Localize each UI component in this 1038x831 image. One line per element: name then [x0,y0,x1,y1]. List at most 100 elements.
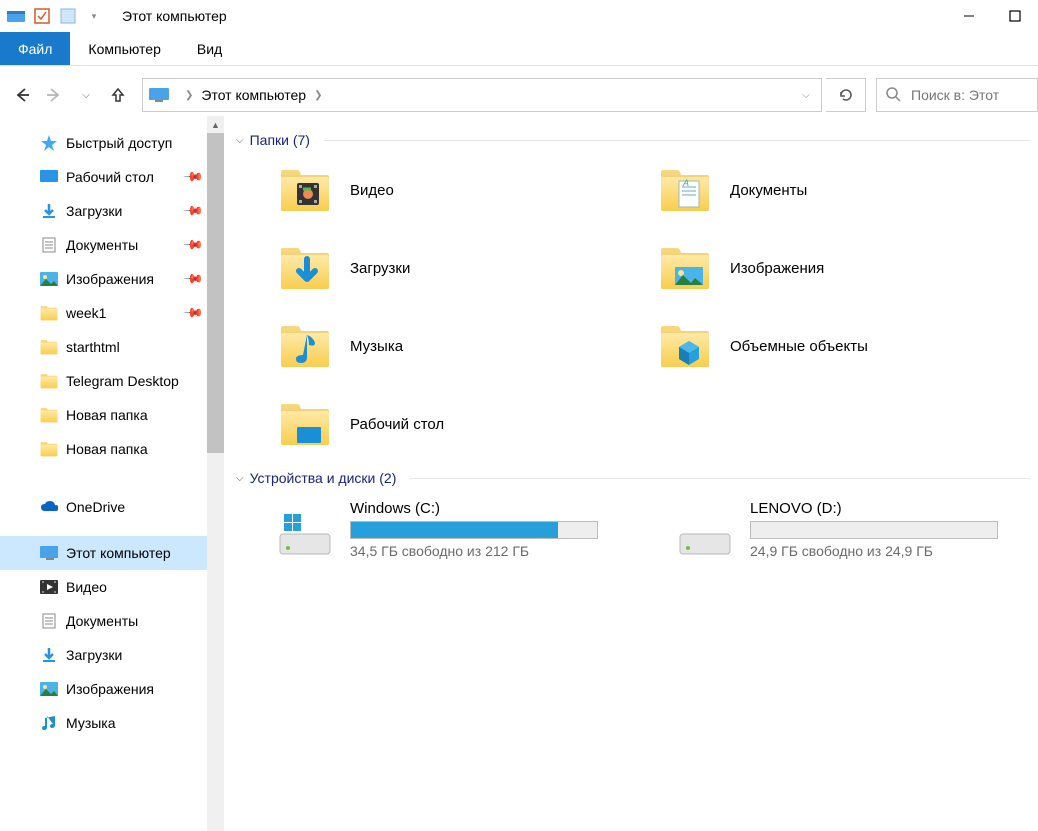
search-box[interactable] [876,78,1038,112]
sidebar-this-pc[interactable]: Этот компьютер [0,536,207,570]
refresh-button[interactable] [826,78,866,112]
qat-overflow-icon[interactable]: ▾ [84,6,104,26]
folder-icon [656,320,714,372]
sidebar-item-folder[interactable]: starthtml [0,330,207,364]
drive-usage-bar [350,521,598,539]
sidebar-item-folder[interactable]: week1📌 [0,296,207,330]
chevron-down-icon: ⌵ [236,135,244,146]
folder-icon [276,242,334,294]
folder-item-downloads[interactable]: Загрузки [276,242,656,294]
tab-file[interactable]: Файл [0,32,70,65]
sidebar-item-folder[interactable]: Новая папка [0,432,207,466]
chevron-down-icon: ⌵ [236,473,244,484]
folder-item-documents[interactable]: AДокументы [656,164,1036,216]
sidebar-item-folder[interactable]: Telegram Desktop [0,364,207,398]
folder-item-desktop[interactable]: Рабочий стол [276,398,656,450]
sidebar-item-label: Видео [66,579,107,595]
downloads-icon [40,646,58,664]
drive-name: LENOVO (D:) [750,500,998,517]
sidebar-scroll-thumb[interactable] [207,133,224,453]
pc-icon [145,87,173,103]
sidebar-item-folder[interactable]: Новая папка [0,398,207,432]
qat-dropdown-icon[interactable] [58,6,78,26]
up-button[interactable] [104,81,132,109]
sidebar-item-label: Новая папка [66,441,148,457]
sidebar-pc-item-pictures[interactable]: Изображения [0,672,207,706]
folder-item-3d[interactable]: Объемные объекты [656,320,1036,372]
sidebar-item-label: Документы [66,613,138,629]
cloud-icon [40,498,58,516]
drive-item[interactable]: LENOVO (D:) 24,9 ГБ свободно из 24,9 ГБ [676,500,1038,559]
pc-icon [40,544,58,562]
sidebar-pc-item-documents[interactable]: Документы [0,604,207,638]
qat-properties-icon[interactable] [32,6,52,26]
folder-icon [40,440,58,458]
svg-text:A: A [682,178,689,188]
address-dropdown[interactable]: ⌵ [793,90,819,101]
sidebar-onedrive[interactable]: OneDrive [0,490,207,524]
documents-icon [40,236,58,254]
drive-item[interactable]: Windows (C:) 34,5 ГБ свободно из 212 ГБ [276,500,676,559]
explorer-icon [6,6,26,26]
folder-label: Рабочий стол [350,416,444,433]
folder-item-pictures[interactable]: Изображения [656,242,1036,294]
chevron-right-icon: ❯ [314,90,322,101]
folder-icon [40,304,58,322]
sidebar-item-desktop[interactable]: Рабочий стол📌 [0,160,207,194]
downloads-icon [40,202,58,220]
search-input[interactable] [911,87,1031,103]
forward-button[interactable] [40,81,68,109]
sidebar-item-label: week1 [66,305,106,321]
folder-label: Изображения [730,260,824,277]
sidebar-item-pictures[interactable]: Изображения📌 [0,262,207,296]
breadcrumb-location[interactable]: Этот компьютер❯ [197,87,326,103]
minimize-button[interactable] [946,0,992,32]
pin-icon: 📌 [182,200,205,223]
sidebar-item-label: Загрузки [66,203,122,219]
address-bar[interactable]: ❯ Этот компьютер❯ ⌵ [142,78,822,112]
folder-icon [656,242,714,294]
sidebar-item-label: Музыка [66,715,116,731]
drive-name: Windows (C:) [350,500,598,517]
chevron-right-icon: ❯ [185,90,193,101]
folder-icon [276,398,334,450]
tab-computer[interactable]: Компьютер [70,32,178,65]
sidebar-quick-access-label: Быстрый доступ [66,135,172,151]
drive-free-text: 24,9 ГБ свободно из 24,9 ГБ [750,543,998,559]
folder-icon [40,406,58,424]
folder-icon: A [656,164,714,216]
sidebar-pc-item-music[interactable]: Музыка [0,706,207,740]
music-icon [40,714,58,732]
sidebar-item-label: Новая папка [66,407,148,423]
group-header-drives[interactable]: ⌵ Устройства и диски (2) [228,460,1038,492]
back-button[interactable] [8,81,36,109]
window-title: Этот компьютер [122,8,227,24]
folder-item-music[interactable]: Музыка [276,320,656,372]
search-icon [885,86,901,105]
folder-icon [40,372,58,390]
folder-label: Загрузки [350,260,410,277]
group-header-drives-label: Устройства и диски (2) [250,470,397,486]
folder-icon [276,164,334,216]
tab-view[interactable]: Вид [179,32,240,65]
sidebar-pc-item-videos[interactable]: Видео [0,570,207,604]
sidebar-item-label: Telegram Desktop [66,373,179,389]
sidebar-item-label: Документы [66,237,138,253]
drive-free-text: 34,5 ГБ свободно из 212 ГБ [350,543,598,559]
pictures-icon [40,680,58,698]
group-header-folders[interactable]: ⌵ Папки (7) [228,122,1038,154]
sidebar-item-downloads[interactable]: Загрузки 📌 [0,194,207,228]
folder-icon [276,320,334,372]
folder-icon [40,338,58,356]
sidebar-item-documents[interactable]: Документы📌 [0,228,207,262]
sidebar-pc-item-downloads[interactable]: Загрузки [0,638,207,672]
recent-dropdown[interactable]: ⌵ [72,81,100,109]
scroll-up-icon[interactable]: ▲ [207,116,224,133]
sidebar-onedrive-label: OneDrive [66,499,125,515]
pictures-icon [40,270,58,288]
folder-item-videos[interactable]: Видео [276,164,656,216]
group-header-folders-label: Папки (7) [250,132,310,148]
maximize-button[interactable] [992,0,1038,32]
breadcrumb-root[interactable]: ❯ [173,90,197,101]
sidebar-quick-access[interactable]: Быстрый доступ [0,126,207,160]
